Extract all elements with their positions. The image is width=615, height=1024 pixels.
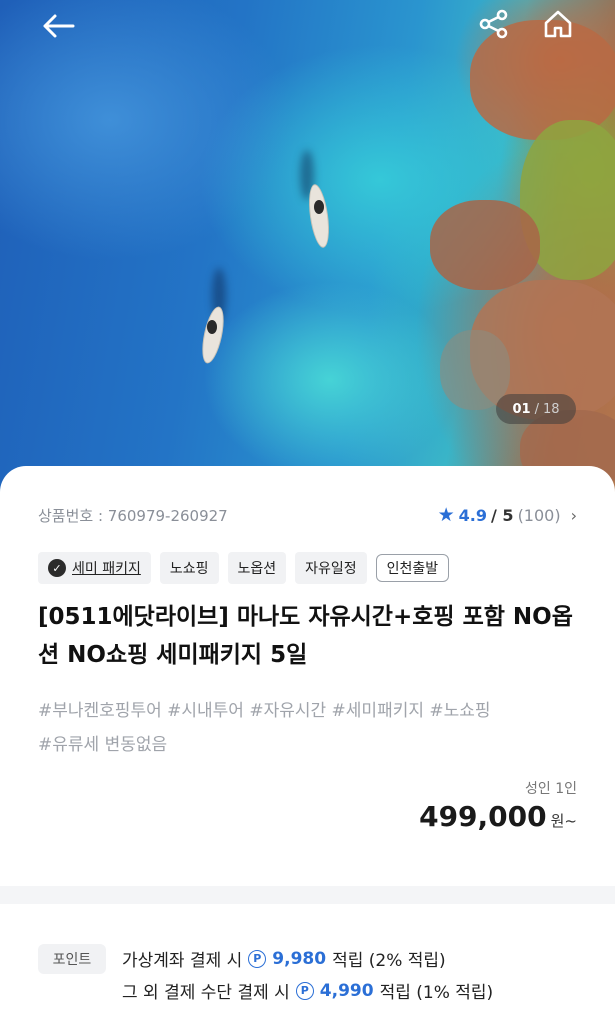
chevron-right-icon: › — [570, 505, 577, 525]
check-badge-icon: ✓ — [48, 559, 66, 577]
rating-max: / 5 — [491, 505, 514, 525]
points-badge: 포인트 — [38, 944, 106, 974]
paddler — [314, 200, 324, 214]
rating-score: 4.9 — [458, 505, 488, 525]
points-amount: 9,980 — [272, 948, 327, 969]
arrow-left-icon — [43, 14, 75, 38]
points-amount: 4,990 — [319, 980, 374, 1001]
gallery-total: 18 — [542, 401, 560, 417]
hashtag-list: #부나켄호핑투어 #시내투어 #자유시간 #세미패키지 #노쇼핑 #유류세 변동… — [38, 694, 585, 762]
point-icon: P — [248, 949, 267, 968]
tag-no-shopping: 노쇼핑 — [159, 552, 219, 584]
rating-count: (100) — [517, 505, 561, 525]
paddle-board — [305, 183, 333, 249]
gallery-separator: / — [534, 401, 539, 417]
points-condition: 가상계좌 결제 시 — [122, 951, 243, 971]
price-unit: 원~ — [550, 812, 577, 830]
tag-incheon-departure: 인천출발 — [375, 554, 450, 582]
price-amount: 499,000 — [419, 800, 547, 833]
tag-semi-package[interactable]: ✓ 세미 패키지 — [38, 552, 151, 584]
points-line-virtual-account: 가상계좌 결제 시 P 9,980 적립 (2% 적립) — [122, 946, 446, 972]
product-info-sheet: 상품번호 : 760979-260927 ★ 4.9 / 5 (100) › ✓… — [0, 466, 615, 886]
price-label: 성인 1인 — [525, 781, 577, 797]
tag-free-schedule: 자유일정 — [295, 552, 367, 584]
share-icon — [479, 9, 508, 39]
points-suffix: 적립 (2% 적립) — [332, 951, 446, 971]
share-button[interactable] — [474, 4, 514, 44]
paddle-board — [198, 304, 228, 366]
paddler — [207, 320, 217, 334]
star-icon: ★ — [437, 504, 455, 526]
tag-label: 노쇼핑 — [169, 561, 209, 577]
rating-link[interactable]: ★ 4.9 / 5 (100) › — [438, 504, 577, 526]
section-divider — [0, 886, 615, 904]
product-number: 상품번호 : 760979-260927 — [38, 506, 228, 525]
tag-no-option: 노옵션 — [227, 552, 287, 584]
price: 499,000 원~ — [419, 800, 577, 833]
points-condition: 그 외 결제 수단 결제 시 — [122, 983, 290, 1003]
point-icon: P — [295, 981, 314, 1000]
tag-label: 노옵션 — [237, 561, 277, 577]
gallery-counter: 01 / 18 — [496, 394, 576, 424]
hashtag-line: #부나켄호핑투어 #시내투어 #자유시간 #세미패키지 #노쇼핑 — [38, 701, 491, 721]
home-button[interactable] — [538, 4, 578, 44]
back-button[interactable] — [38, 6, 78, 46]
tag-list: ✓ 세미 패키지 노쇼핑 노옵션 자유일정 인천출발 — [38, 552, 450, 584]
coast-rock — [430, 200, 540, 290]
points-line-other-methods: 그 외 결제 수단 결제 시 P 4,990 적립 (1% 적립) — [122, 978, 494, 1004]
meta-row: 상품번호 : 760979-260927 ★ 4.9 / 5 (100) › — [38, 504, 577, 526]
points-suffix: 적립 (1% 적립) — [379, 983, 494, 1003]
gallery-current: 01 — [512, 401, 531, 417]
tag-label: 인천출발 — [386, 561, 439, 577]
home-icon — [544, 10, 572, 38]
tag-label: 세미 패키지 — [72, 561, 141, 577]
hashtag-line: #유류세 변동없음 — [38, 735, 168, 755]
product-title: [0511에닷라이브] 마나도 자유시간+호핑 포함 NO옵션 NO쇼핑 세미패… — [38, 604, 573, 668]
product-hero-image[interactable]: 01 / 18 — [0, 0, 615, 500]
tag-label: 자유일정 — [305, 561, 357, 577]
